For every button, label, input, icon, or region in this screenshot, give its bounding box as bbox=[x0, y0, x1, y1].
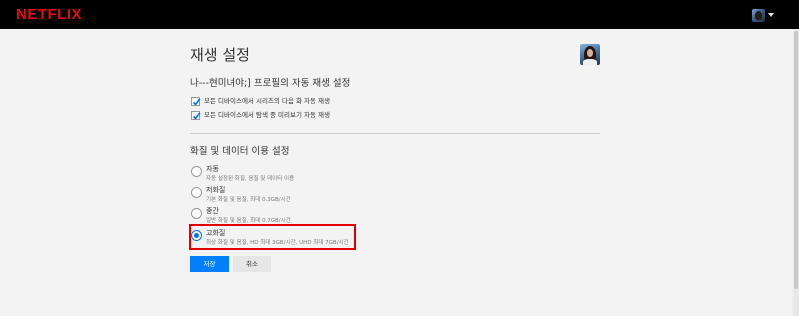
autoplay-previews-label: 모든 디바이스에서 탐색 중 미리보기 자동 재생 bbox=[204, 111, 331, 119]
netflix-logo[interactable]: NETFLIX bbox=[16, 6, 82, 23]
top-navigation-bar: NETFLIX bbox=[0, 0, 799, 29]
section-divider bbox=[190, 133, 600, 134]
autoplay-next-episode-option[interactable]: 모든 디바이스에서 시리즈의 다음 화 자동 재생 bbox=[191, 97, 330, 106]
quality-option-description: 최상 화질 및 음질, HD 최대 3GB/시간, UHD 최대 7GB/시간 bbox=[206, 240, 349, 246]
cancel-button[interactable]: 취소 bbox=[233, 256, 271, 272]
quality-medium-radio[interactable] bbox=[191, 208, 202, 219]
quality-option-label: 중간 bbox=[206, 207, 219, 215]
quality-option-label: 자동 bbox=[206, 165, 219, 173]
scrollbar-thumb[interactable] bbox=[794, 31, 798, 289]
profile-menu-button[interactable] bbox=[752, 8, 776, 22]
checkmark-icon bbox=[192, 98, 201, 106]
quality-low-radio[interactable] bbox=[191, 187, 202, 198]
checkmark-icon bbox=[192, 112, 201, 120]
quality-option-label: 저화질 bbox=[206, 186, 226, 194]
quality-option-description: 기본 화질 및 음질, 최대 0.3GB/시간 bbox=[206, 197, 291, 203]
quality-section-title: 화질 및 데이터 이용 설정 bbox=[190, 146, 290, 157]
avatar bbox=[752, 8, 765, 22]
page-title: 재생 설정 bbox=[190, 46, 250, 64]
page-scrollbar[interactable] bbox=[793, 29, 799, 316]
quality-high-radio[interactable] bbox=[191, 230, 202, 241]
caret-down-icon bbox=[768, 13, 774, 17]
quality-option-description: 자동 설정된 화질, 음질 및 데이터 이용 bbox=[206, 176, 295, 182]
quality-auto-radio[interactable] bbox=[191, 166, 202, 177]
autoplay-next-episode-label: 모든 디바이스에서 시리즈의 다음 화 자동 재생 bbox=[204, 97, 331, 105]
quality-option-label: 고화질 bbox=[206, 229, 226, 237]
profile-avatar bbox=[580, 44, 600, 65]
autoplay-section-title: 나---현미녀야;] 프로필의 자동 재생 설정 bbox=[190, 78, 351, 89]
autoplay-next-episode-checkbox[interactable] bbox=[191, 97, 201, 106]
autoplay-previews-option[interactable]: 모든 디바이스에서 탐색 중 미리보기 자동 재생 bbox=[191, 111, 330, 120]
save-button[interactable]: 저장 bbox=[190, 256, 229, 272]
autoplay-previews-checkbox[interactable] bbox=[191, 111, 201, 120]
